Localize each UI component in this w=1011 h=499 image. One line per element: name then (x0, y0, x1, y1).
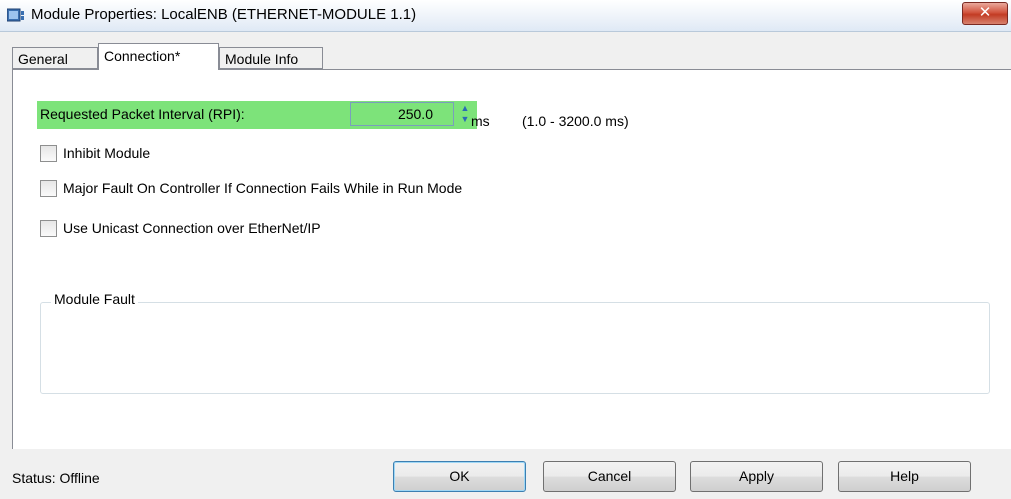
module-fault-label: Module Fault (51, 291, 138, 307)
close-icon: ✕ (978, 4, 992, 21)
inhibit-module-checkbox[interactable] (40, 145, 57, 162)
tab-connection[interactable]: Connection* (98, 43, 219, 70)
tab-general-label: General (18, 51, 68, 67)
tab-general[interactable]: General (12, 47, 98, 69)
unicast-label[interactable]: Use Unicast Connection over EtherNet/IP (63, 220, 321, 236)
window-title: Module Properties: LocalENB (ETHERNET-MO… (31, 6, 417, 23)
tab-module-info[interactable]: Module Info (219, 47, 323, 69)
major-fault-checkbox[interactable] (40, 180, 57, 197)
close-button[interactable]: ✕ (962, 2, 1008, 25)
module-properties-icon (7, 8, 24, 22)
title-bar: Module Properties: LocalENB (ETHERNET-MO… (0, 0, 1011, 32)
ok-button[interactable]: OK (393, 461, 526, 492)
rpi-input[interactable]: 250.0 (350, 102, 454, 126)
rpi-range: (1.0 - 3200.0 ms) (522, 113, 629, 129)
tab-module-info-label: Module Info (225, 51, 299, 67)
rpi-unit: ms (471, 113, 490, 129)
status-text: Status: Offline (12, 470, 100, 486)
rpi-label: Requested Packet Interval (RPI): (40, 106, 245, 122)
connection-tab-panel: Requested Packet Interval (RPI): 250.0 ▲… (12, 69, 1011, 449)
unicast-checkbox[interactable] (40, 220, 57, 237)
tab-connection-label: Connection* (104, 48, 181, 64)
major-fault-label[interactable]: Major Fault On Controller If Connection … (63, 180, 462, 196)
spin-up-icon[interactable]: ▲ (456, 103, 474, 113)
inhibit-module-label[interactable]: Inhibit Module (63, 145, 150, 161)
apply-button[interactable]: Apply (690, 461, 823, 492)
rpi-row: Requested Packet Interval (RPI): 250.0 ▲… (37, 101, 477, 129)
help-button[interactable]: Help (838, 461, 971, 492)
cancel-button[interactable]: Cancel (543, 461, 676, 492)
module-fault-group (40, 302, 990, 394)
